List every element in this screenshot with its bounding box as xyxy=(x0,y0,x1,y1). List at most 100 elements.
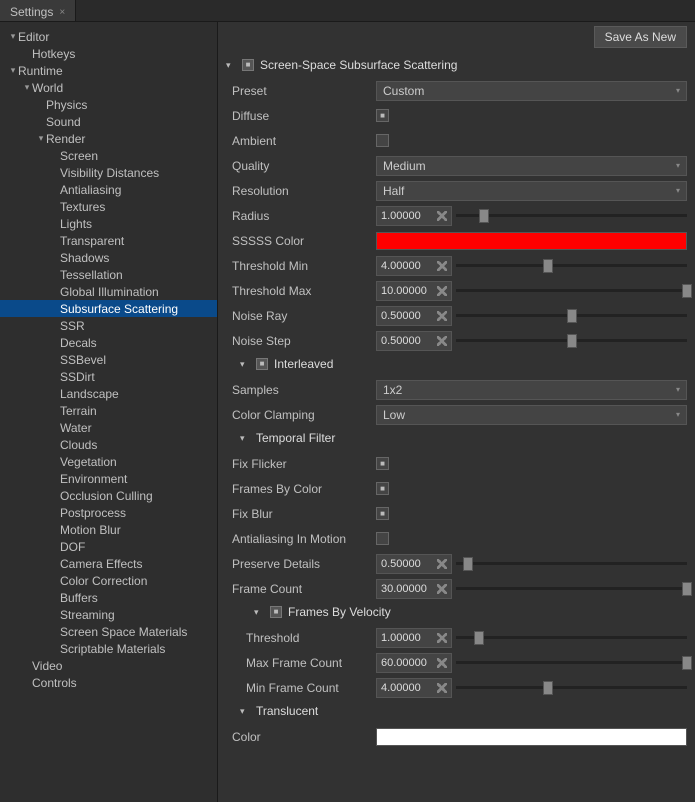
sidebar-item-dof[interactable]: DOF xyxy=(0,538,217,555)
sidebar-item-vegetation[interactable]: Vegetation xyxy=(0,453,217,470)
slider[interactable] xyxy=(456,331,687,351)
slider[interactable] xyxy=(456,554,687,574)
checkbox[interactable] xyxy=(376,507,389,520)
slider[interactable] xyxy=(456,206,687,226)
number-input[interactable]: 60.00000 xyxy=(376,653,452,673)
sidebar-item-terrain[interactable]: Terrain xyxy=(0,402,217,419)
section-checkbox[interactable] xyxy=(270,606,282,618)
slider-thumb[interactable] xyxy=(682,656,692,670)
sidebar-item-editor[interactable]: ▾Editor xyxy=(0,28,217,45)
number-input[interactable]: 0.50000 xyxy=(376,554,452,574)
section-header[interactable]: ▾Temporal Filter xyxy=(226,427,687,451)
slider[interactable] xyxy=(456,628,687,648)
select[interactable]: Half▾ xyxy=(376,181,687,201)
sidebar-item-postprocess[interactable]: Postprocess xyxy=(0,504,217,521)
sidebar-item-landscape[interactable]: Landscape xyxy=(0,385,217,402)
slider-thumb[interactable] xyxy=(567,309,577,323)
sidebar-item-physics[interactable]: Physics xyxy=(0,96,217,113)
section-checkbox[interactable] xyxy=(256,358,268,370)
color-swatch[interactable] xyxy=(376,728,687,746)
checkbox[interactable] xyxy=(376,134,389,147)
slider-thumb[interactable] xyxy=(543,681,553,695)
sidebar-item-world[interactable]: ▾World xyxy=(0,79,217,96)
sidebar-item-shadows[interactable]: Shadows xyxy=(0,249,217,266)
sidebar-item-lights[interactable]: Lights xyxy=(0,215,217,232)
number-input[interactable]: 1.00000 xyxy=(376,628,452,648)
sidebar-item-occlusion-culling[interactable]: Occlusion Culling xyxy=(0,487,217,504)
section-header[interactable]: ▾Frames By Velocity xyxy=(226,601,687,625)
number-input[interactable]: 30.00000 xyxy=(376,579,452,599)
section-header[interactable]: ▾Translucent xyxy=(226,700,687,724)
sidebar-tree: ▾EditorHotkeys▾Runtime▾WorldPhysicsSound… xyxy=(0,22,218,802)
sidebar-item-motion-blur[interactable]: Motion Blur xyxy=(0,521,217,538)
sidebar-item-transparent[interactable]: Transparent xyxy=(0,232,217,249)
slider[interactable] xyxy=(456,256,687,276)
number-input[interactable]: 1.00000 xyxy=(376,206,452,226)
sidebar-item-subsurface-scattering[interactable]: Subsurface Scattering xyxy=(0,300,217,317)
slider-thumb[interactable] xyxy=(463,557,473,571)
slider-thumb[interactable] xyxy=(543,259,553,273)
select[interactable]: Medium▾ xyxy=(376,156,687,176)
number-input[interactable]: 0.50000 xyxy=(376,306,452,326)
slider-thumb[interactable] xyxy=(474,631,484,645)
sidebar-item-ssbevel[interactable]: SSBevel xyxy=(0,351,217,368)
sidebar-item-ssdirt[interactable]: SSDirt xyxy=(0,368,217,385)
sidebar-item-screen-space-materials[interactable]: Screen Space Materials xyxy=(0,623,217,640)
number-input[interactable]: 4.00000 xyxy=(376,256,452,276)
save-as-new-button[interactable]: Save As New xyxy=(594,26,687,48)
slider[interactable] xyxy=(456,678,687,698)
sidebar-item-antialiasing[interactable]: Antialiasing xyxy=(0,181,217,198)
slider[interactable] xyxy=(456,306,687,326)
select[interactable]: 1x2▾ xyxy=(376,380,687,400)
sidebar-item-global-illumination[interactable]: Global Illumination xyxy=(0,283,217,300)
sidebar-item-video[interactable]: Video xyxy=(0,657,217,674)
sidebar-item-visibility-distances[interactable]: Visibility Distances xyxy=(0,164,217,181)
sidebar-item-tessellation[interactable]: Tessellation xyxy=(0,266,217,283)
chevron-down-icon[interactable]: ▾ xyxy=(240,359,250,370)
section-sss-header[interactable]: ▾ Screen-Space Subsurface Scattering xyxy=(226,54,687,78)
section-checkbox[interactable] xyxy=(242,59,254,71)
color-swatch[interactable] xyxy=(376,232,687,250)
sidebar-item-render[interactable]: ▾Render xyxy=(0,130,217,147)
slider-thumb[interactable] xyxy=(567,334,577,348)
checkbox[interactable] xyxy=(376,482,389,495)
sidebar-item-buffers[interactable]: Buffers xyxy=(0,589,217,606)
slider[interactable] xyxy=(456,579,687,599)
slider[interactable] xyxy=(456,281,687,301)
sidebar-item-controls[interactable]: Controls xyxy=(0,674,217,691)
close-icon[interactable]: × xyxy=(59,7,65,18)
tab-settings[interactable]: Settings × xyxy=(0,0,76,21)
checkbox[interactable] xyxy=(376,532,389,545)
sidebar-item-clouds[interactable]: Clouds xyxy=(0,436,217,453)
sidebar-item-textures[interactable]: Textures xyxy=(0,198,217,215)
sidebar-item-environment[interactable]: Environment xyxy=(0,470,217,487)
sidebar-item-water[interactable]: Water xyxy=(0,419,217,436)
section-header[interactable]: ▾Interleaved xyxy=(226,353,687,377)
checkbox[interactable] xyxy=(376,109,389,122)
field-label: Resolution xyxy=(226,184,376,198)
select[interactable]: Low▾ xyxy=(376,405,687,425)
sidebar-item-scriptable-materials[interactable]: Scriptable Materials xyxy=(0,640,217,657)
number-input[interactable]: 0.50000 xyxy=(376,331,452,351)
select[interactable]: Custom▾ xyxy=(376,81,687,101)
sidebar-item-decals[interactable]: Decals xyxy=(0,334,217,351)
checkbox[interactable] xyxy=(376,457,389,470)
slider[interactable] xyxy=(456,653,687,673)
number-input[interactable]: 10.00000 xyxy=(376,281,452,301)
sidebar-item-ssr[interactable]: SSR xyxy=(0,317,217,334)
chevron-down-icon[interactable]: ▾ xyxy=(226,60,236,71)
sidebar-item-runtime[interactable]: ▾Runtime xyxy=(0,62,217,79)
chevron-down-icon[interactable]: ▾ xyxy=(240,433,250,444)
chevron-down-icon[interactable]: ▾ xyxy=(240,706,250,717)
chevron-down-icon[interactable]: ▾ xyxy=(254,607,264,618)
slider-thumb[interactable] xyxy=(682,284,692,298)
sidebar-item-color-correction[interactable]: Color Correction xyxy=(0,572,217,589)
sidebar-item-screen[interactable]: Screen xyxy=(0,147,217,164)
sidebar-item-streaming[interactable]: Streaming xyxy=(0,606,217,623)
number-input[interactable]: 4.00000 xyxy=(376,678,452,698)
sidebar-item-camera-effects[interactable]: Camera Effects xyxy=(0,555,217,572)
slider-thumb[interactable] xyxy=(479,209,489,223)
sidebar-item-sound[interactable]: Sound xyxy=(0,113,217,130)
sidebar-item-hotkeys[interactable]: Hotkeys xyxy=(0,45,217,62)
slider-thumb[interactable] xyxy=(682,582,692,596)
